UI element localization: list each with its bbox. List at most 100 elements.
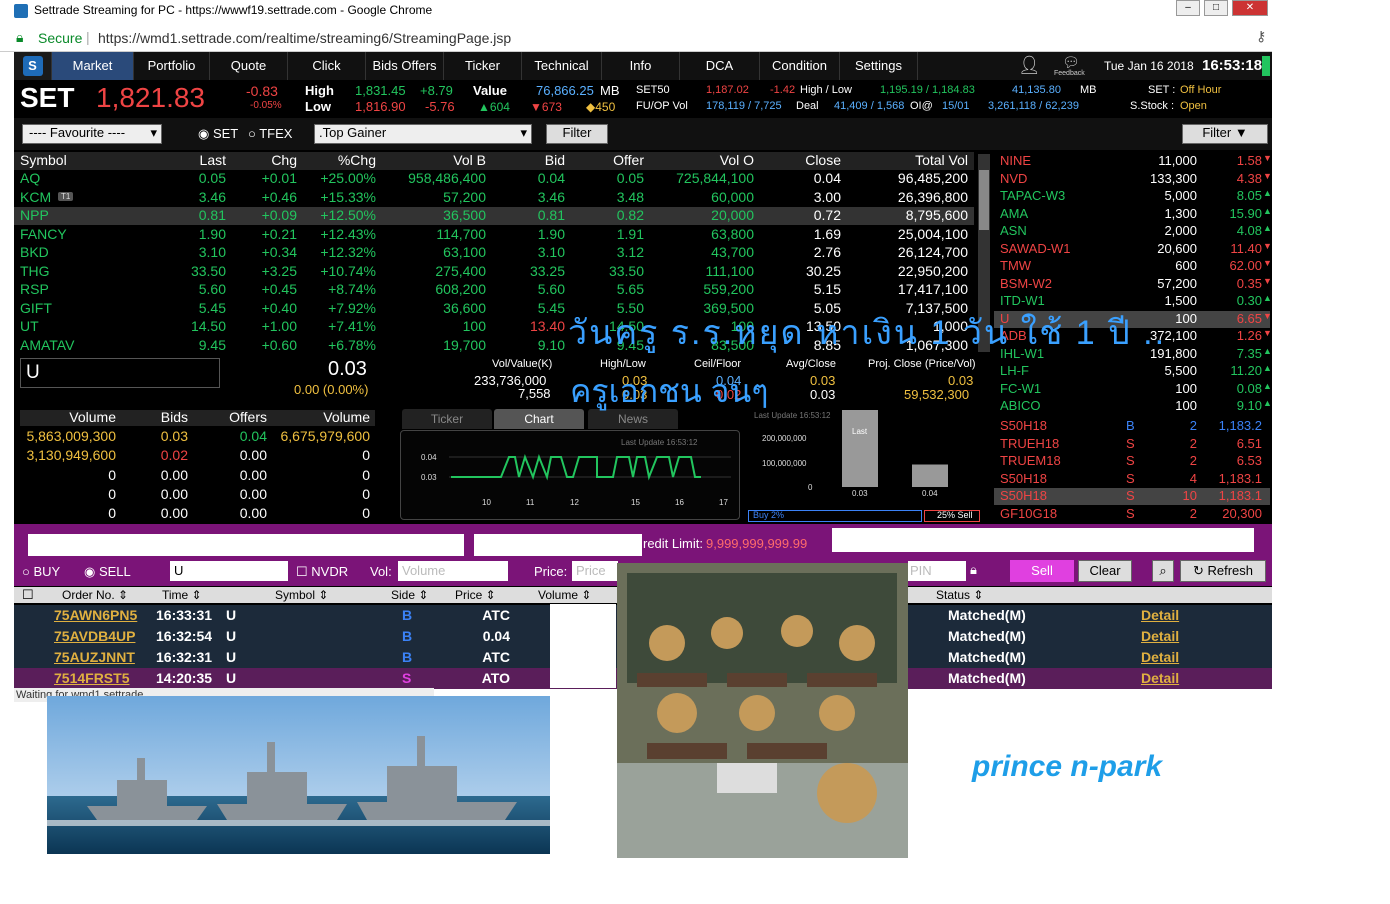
order-symbol-input[interactable]: U [170,561,288,581]
order-col-header[interactable]: Status ⇕ [936,588,983,602]
bo-cell[interactable]: 0 [362,467,370,483]
filter-button[interactable]: Filter [546,124,608,144]
table-scrollbar-thumb[interactable] [979,170,989,230]
list-select[interactable]: .Top Gainer ▾ [314,124,532,144]
nvdr-checkbox[interactable]: ☐ NVDR [296,564,348,580]
pin-input[interactable]: PIN [908,561,966,581]
order-detail-link[interactable]: Detail [1141,628,1179,644]
bo-cell[interactable]: 6,675,979,600 [280,428,370,444]
filter-button-right[interactable]: Filter ▼ [1182,124,1268,144]
order-col-header[interactable]: Price ⇕ [455,588,496,602]
tab-settings[interactable]: Settings [840,52,918,80]
tab-info[interactable]: Info [602,52,680,80]
table-cell[interactable]: FANCY [20,226,67,242]
feedback-label[interactable]: Feedback [1054,70,1085,77]
ticker-symbol[interactable]: ASN [1000,223,1027,238]
ticker-symbol[interactable]: NVD [1000,171,1027,186]
table-cell[interactable]: NPP [20,207,49,223]
bo-cell[interactable]: 0.00 [161,505,188,521]
col-header[interactable]: Vol O [720,152,754,168]
order-detail-link[interactable]: Detail [1141,649,1179,665]
tab-dca[interactable]: DCA [680,52,760,80]
select-all-checkbox[interactable]: ☐ [22,587,34,603]
bo-cell[interactable]: 0 [108,486,116,502]
ticker-symbol[interactable]: AMA [1000,206,1028,221]
table-cell[interactable]: KCM [20,189,51,205]
bo-cell[interactable]: 0.00 [240,467,267,483]
refresh-button[interactable]: ↻ Refresh [1180,560,1266,582]
key-icon[interactable]: ⚷ [1256,28,1266,45]
ticker-symbol[interactable]: SAWAD-W1 [1000,241,1071,256]
order-number[interactable]: 7514FRST5 [54,670,129,686]
sell-radio[interactable]: ◉ SELL [84,564,131,580]
bo-cell[interactable]: 0.00 [161,467,188,483]
bo-cell[interactable]: 0 [108,505,116,521]
volume-input[interactable]: Volume [398,561,508,581]
minimize-button[interactable]: – [1176,0,1200,16]
table-cell[interactable]: BKD [20,244,49,260]
order-number[interactable]: 75AVDB4UP [54,628,135,644]
bo-cell[interactable]: 0.00 [240,505,267,521]
ticker-symbol[interactable]: BSM-W2 [1000,276,1052,291]
table-cell[interactable]: AMATAV [20,337,74,353]
quote-symbol[interactable]: U [26,362,40,384]
bo-cell[interactable]: 0 [362,505,370,521]
ticker-symbol[interactable]: LH-F [1000,363,1029,378]
tfex-symbol[interactable]: S50H18 [1000,471,1047,486]
col-header[interactable]: Total Vol [915,152,968,168]
clear-button[interactable]: Clear [1078,560,1132,582]
ticker-symbol[interactable]: NINE [1000,153,1031,168]
col-header[interactable]: %Chg [338,152,376,168]
col-header[interactable]: Symbol [20,152,67,168]
ticker-symbol[interactable]: ABICO [1000,398,1040,413]
table-cell[interactable]: RSP [20,281,49,297]
set-radio[interactable]: ◉ SET [198,126,238,142]
tab-condition[interactable]: Condition [760,52,840,80]
order-col-header[interactable]: Time ⇕ [162,588,202,602]
ticker-symbol[interactable]: TAPAC-W3 [1000,188,1065,203]
close-button[interactable]: ✕ [1232,0,1268,16]
col-header[interactable]: Offer [613,152,644,168]
user-icon[interactable]: 👤︎ [1018,55,1041,76]
address-bar[interactable]: 🔒︎ Secure | https://wmd1.settrade.com/re… [0,22,1272,52]
chat-icon[interactable]: 💬︎ [1062,54,1080,71]
tab-click[interactable]: Click [288,52,366,80]
bo-cell[interactable]: 0.04 [240,428,267,444]
col-header[interactable]: Close [805,152,841,168]
order-number[interactable]: 75AWN6PN5 [54,607,137,623]
order-col-header[interactable]: Side ⇕ [391,588,428,602]
price-input[interactable]: Price [572,561,618,581]
tab-portfolio[interactable]: Portfolio [134,52,210,80]
bo-cell[interactable]: 0.00 [240,447,267,463]
bo-cell[interactable]: 5,863,009,300 [26,428,116,444]
table-cell[interactable]: AQ [20,170,40,186]
sell-button[interactable]: Sell [1010,560,1074,582]
bo-cell[interactable]: 3,130,949,600 [26,447,116,463]
table-cell[interactable]: THG [20,263,50,279]
order-col-header[interactable]: Symbol ⇕ [275,588,328,602]
tab-bids-offers[interactable]: Bids Offers [366,52,444,80]
table-cell[interactable]: UT [20,318,39,334]
tfex-radio[interactable]: ○ TFEX [248,126,292,141]
col-header[interactable]: Bid [545,152,565,168]
url-text[interactable]: https://wmd1.settrade.com/realtime/strea… [98,30,511,46]
bo-cell[interactable]: 0.02 [161,447,188,463]
chart-tab-ticker[interactable]: Ticker [402,409,492,429]
ticker-symbol[interactable]: TMW [1000,258,1031,273]
bo-cell[interactable]: 0.03 [161,428,188,444]
col-header[interactable]: Chg [271,152,297,168]
maximize-button[interactable]: □ [1204,0,1228,16]
bo-cell[interactable]: 0 [362,486,370,502]
bo-cell[interactable]: 0 [362,447,370,463]
table-cell[interactable]: GIFT [20,300,52,316]
tab-ticker[interactable]: Ticker [444,52,522,80]
tfex-symbol[interactable]: TRUEM18 [1000,453,1061,468]
order-col-header[interactable]: Volume ⇕ [538,588,591,602]
bo-cell[interactable]: 0.00 [240,486,267,502]
order-col-header[interactable]: Order No. ⇕ [62,588,128,602]
tab-quote[interactable]: Quote [210,52,288,80]
tfex-symbol[interactable]: GF10G18 [1000,506,1057,521]
order-detail-link[interactable]: Detail [1141,607,1179,623]
bo-cell[interactable]: 0.00 [161,486,188,502]
tfex-symbol[interactable]: S50H18 [1000,488,1047,503]
